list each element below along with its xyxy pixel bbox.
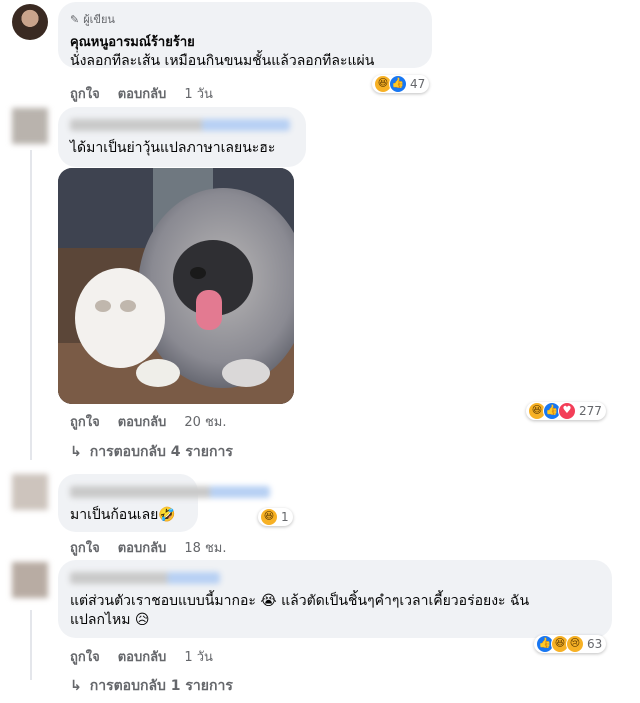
comment-actions: ถูกใจ ตอบกลับ 18 ชม. <box>70 537 227 558</box>
comment-author-name[interactable]: คุณหนูอารมณ์ร้ายร้าย <box>70 31 420 52</box>
commenter-avatar[interactable] <box>12 562 48 598</box>
reaction-count: 47 <box>410 77 426 91</box>
comment-bubble: ได้มาเป็นย่าวุ้นแปลภาษาเลยนะฮะ <box>58 107 306 167</box>
author-badge-label: ผู้เขียน <box>83 13 115 26</box>
comment-actions: ถูกใจ ตอบกลับ 1 วัน <box>70 646 213 667</box>
reply-button[interactable]: ตอบกลับ <box>118 83 167 104</box>
commenter-avatar[interactable] <box>12 474 48 510</box>
reply-button[interactable]: ตอบกลับ <box>118 646 167 667</box>
comment-text: มาเป็นก้อนเลย🤣 <box>70 507 176 523</box>
comment-actions: ถูกใจ ตอบกลับ 1 วัน <box>70 83 213 104</box>
like-button[interactable]: ถูกใจ <box>70 411 100 432</box>
thread-line <box>30 150 32 460</box>
reaction-count: 277 <box>579 404 602 418</box>
like-button[interactable]: ถูกใจ <box>70 537 100 558</box>
author-badge: ✎ ผู้เขียน <box>70 10 420 28</box>
reaction-summary[interactable]: 😆 👍 ♥ 277 <box>526 402 606 420</box>
love-icon: ♥ <box>558 402 576 420</box>
comment-time[interactable]: 20 ชม. <box>184 411 226 432</box>
pets-photo <box>58 168 294 404</box>
commenter-avatar[interactable] <box>12 108 48 144</box>
comment-text-line-2: แปลกไหม 😥 <box>70 612 150 628</box>
comment-time[interactable]: 18 ชม. <box>184 537 226 558</box>
comment-text: ได้มาเป็นย่าวุ้นแปลภาษาเลยนะฮะ <box>70 140 276 156</box>
reaction-summary[interactable]: 😆 1 <box>258 508 293 526</box>
like-button[interactable]: ถูกใจ <box>70 646 100 667</box>
like-button[interactable]: ถูกใจ <box>70 83 100 104</box>
comment-bubble: ✎ ผู้เขียน คุณหนูอารมณ์ร้ายร้าย นั่งลอกท… <box>58 2 432 69</box>
comment-bubble: แต่ส่วนตัวเราชอบแบบนี้มากอะ 😭 แล้วตัดเป็… <box>58 560 612 638</box>
thread-line <box>30 610 32 680</box>
comment-time[interactable]: 1 วัน <box>184 83 213 104</box>
comment-actions: ถูกใจ ตอบกลับ 20 ชม. <box>70 411 227 432</box>
reply-arrow-icon: ↳ <box>70 678 82 694</box>
reaction-count: 63 <box>587 637 603 651</box>
view-replies-label: การตอบกลับ 4 รายการ <box>89 444 233 460</box>
comment-author-name[interactable] <box>70 572 220 584</box>
haha-icon: 😆 <box>260 508 278 526</box>
reaction-count: 1 <box>281 510 289 524</box>
comment-author-name[interactable] <box>70 486 270 498</box>
comment-text-line-1: แต่ส่วนตัวเราชอบแบบนี้มากอะ 😭 แล้วตัดเป็… <box>70 593 530 609</box>
comment-photo[interactable] <box>58 168 294 404</box>
comment-text: นั่งลอกทีละเส้น เหมือนกินขนมชั้นแล้วลอกท… <box>70 53 375 69</box>
like-icon: 👍 <box>389 75 407 93</box>
sad-icon: 😢 <box>566 635 584 653</box>
reply-button[interactable]: ตอบกลับ <box>118 411 167 432</box>
reply-button[interactable]: ตอบกลับ <box>118 537 167 558</box>
view-replies-label: การตอบกลับ 1 รายการ <box>89 678 233 694</box>
comment-time[interactable]: 1 วัน <box>184 646 213 667</box>
comment-bubble: มาเป็นก้อนเลย🤣 <box>58 474 270 532</box>
reaction-summary[interactable]: 👍 😆 😢 63 <box>534 635 607 653</box>
view-replies-link[interactable]: ↳ การตอบกลับ 4 รายการ <box>70 441 233 463</box>
reaction-summary[interactable]: 😆 👍 47 <box>372 75 430 93</box>
reply-arrow-icon: ↳ <box>70 444 82 460</box>
view-replies-link[interactable]: ↳ การตอบกลับ 1 รายการ <box>70 675 233 697</box>
author-avatar[interactable] <box>12 4 48 40</box>
comment-author-name[interactable] <box>70 119 290 131</box>
pencil-icon: ✎ <box>70 12 80 26</box>
